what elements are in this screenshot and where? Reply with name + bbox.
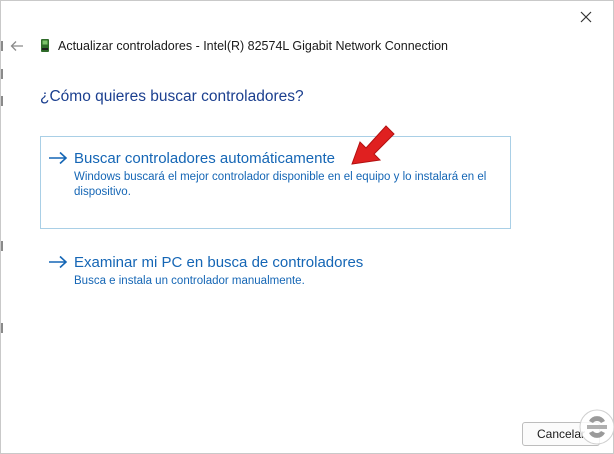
background-edge-mark bbox=[1, 41, 3, 51]
update-drivers-dialog: Actualizar controladores - Intel(R) 8257… bbox=[0, 0, 614, 454]
dialog-title-bar: Actualizar controladores - Intel(R) 8257… bbox=[40, 38, 448, 53]
background-edge-mark bbox=[1, 241, 3, 251]
arrow-right-icon bbox=[49, 255, 68, 269]
network-adapter-icon bbox=[41, 39, 49, 52]
option-description: Busca e instala un controlador manualmen… bbox=[74, 275, 305, 287]
background-edge-mark bbox=[1, 69, 3, 79]
annotation-arrow-icon bbox=[351, 125, 395, 165]
browse-my-computer-option[interactable]: Examinar mi PC en busca de controladores… bbox=[40, 240, 511, 300]
search-automatically-option[interactable]: Buscar controladores automáticamente Win… bbox=[40, 136, 511, 229]
close-button[interactable] bbox=[573, 7, 599, 27]
arrow-right-icon bbox=[49, 151, 68, 165]
watermark-logo-icon bbox=[579, 409, 614, 445]
background-edge-mark bbox=[1, 96, 3, 106]
option-description: Windows buscará el mejor controlador dis… bbox=[74, 171, 487, 198]
back-arrow-icon bbox=[10, 41, 23, 51]
option-title: Buscar controladores automáticamente bbox=[74, 150, 335, 167]
dialog-title: Actualizar controladores - Intel(R) 8257… bbox=[58, 38, 449, 53]
page-heading: ¿Cómo quieres buscar controladores? bbox=[40, 88, 304, 105]
background-edge-mark bbox=[1, 323, 3, 333]
back-button[interactable] bbox=[9, 38, 25, 54]
close-icon bbox=[580, 11, 592, 23]
option-title: Examinar mi PC en busca de controladores bbox=[74, 254, 364, 271]
